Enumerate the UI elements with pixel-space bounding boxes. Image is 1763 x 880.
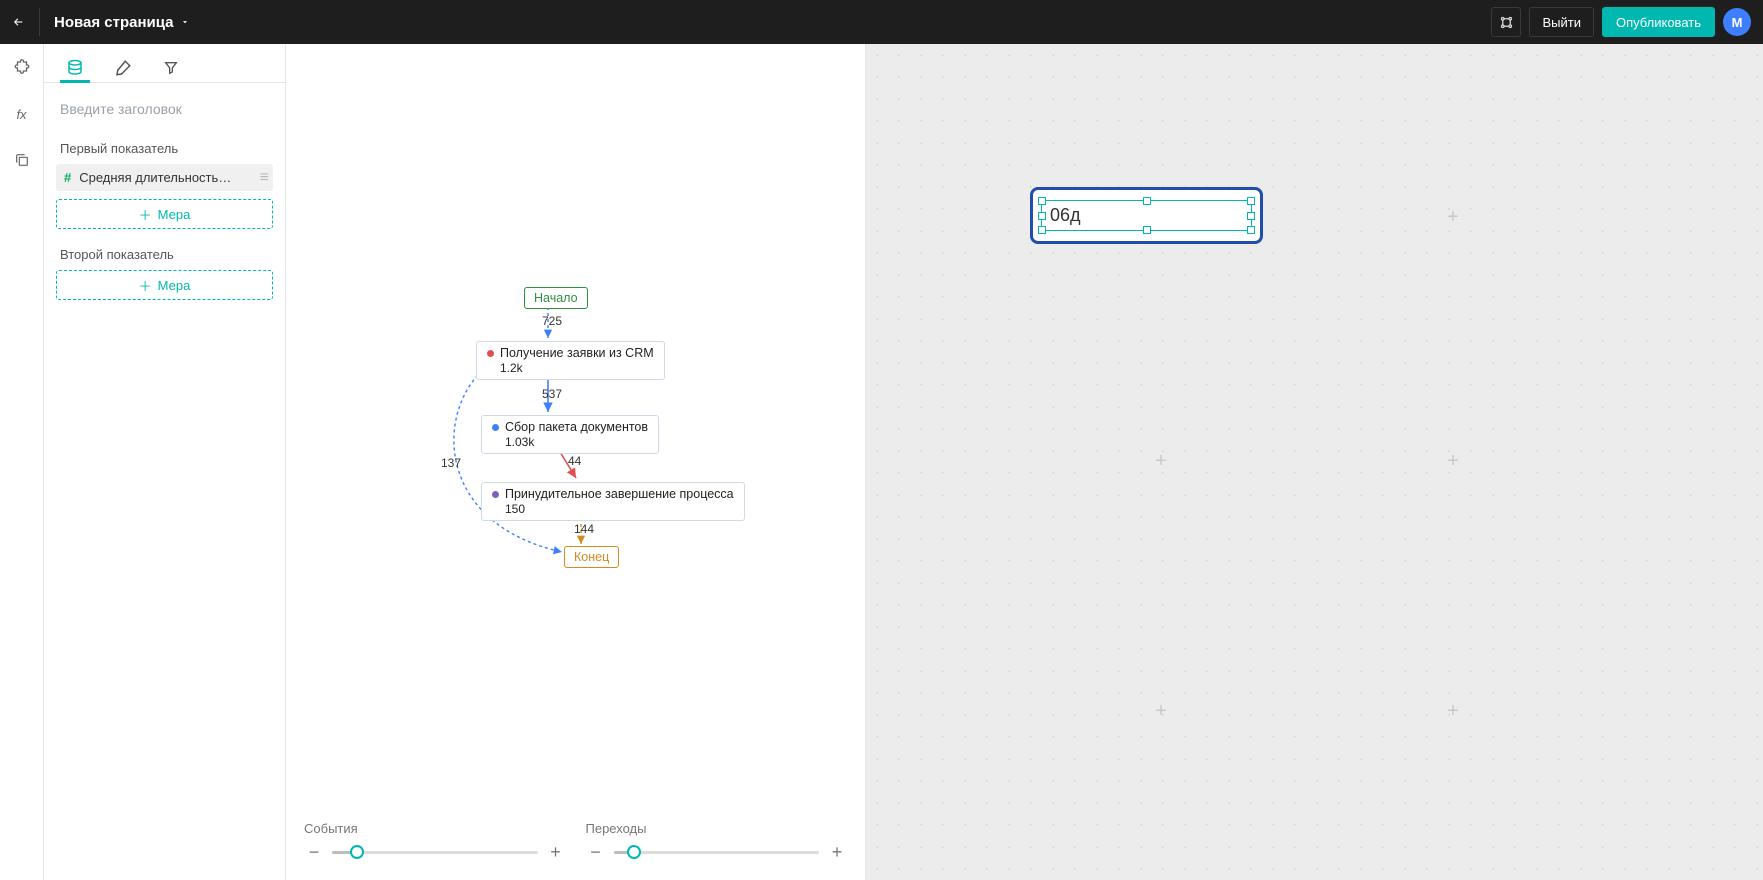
canvas-drop-plus-icon[interactable]: + bbox=[1444, 208, 1462, 226]
database-icon bbox=[66, 59, 84, 77]
edge-label: 725 bbox=[542, 314, 562, 328]
tab-data[interactable] bbox=[62, 54, 88, 82]
widget-title-input[interactable] bbox=[56, 95, 273, 123]
node-start[interactable]: Начало bbox=[524, 287, 588, 309]
metric-chip-text: Средняя длительность обр... bbox=[79, 170, 234, 185]
slider-thumb[interactable] bbox=[350, 845, 364, 859]
canvas-drop-plus-icon[interactable]: + bbox=[1152, 702, 1170, 720]
side-panel: Первый показатель # Средняя длительность… bbox=[44, 44, 286, 880]
status-dot-icon bbox=[492, 491, 499, 498]
hash-icon: # bbox=[64, 170, 71, 185]
arrow-left-icon bbox=[12, 14, 25, 30]
node-step-1[interactable]: Получение заявки из CRM 1.2k bbox=[476, 341, 665, 380]
status-dot-icon bbox=[492, 424, 499, 431]
dashboard-canvas[interactable]: 06д + + + + + bbox=[866, 44, 1763, 880]
rail-pages-button[interactable] bbox=[12, 150, 32, 170]
exit-button[interactable]: Выйти bbox=[1529, 7, 1594, 37]
layout-settings-button[interactable] bbox=[1491, 7, 1521, 37]
node-title: Получение заявки из CRM bbox=[500, 346, 654, 360]
slider-events-track[interactable] bbox=[332, 851, 538, 854]
slider-transitions-track[interactable] bbox=[614, 851, 820, 854]
metric-widget-value: 06д bbox=[1050, 205, 1081, 226]
resize-handle-icon[interactable] bbox=[1247, 197, 1255, 205]
filter-icon bbox=[163, 60, 179, 76]
slider-events-minus[interactable]: − bbox=[304, 842, 324, 862]
slider-transitions: Переходы − + bbox=[586, 821, 848, 862]
preview-pane: Начало 725 Получение заявки из CRM 1.2k … bbox=[286, 44, 866, 880]
resize-handle-icon[interactable] bbox=[1143, 197, 1151, 205]
node-step-2[interactable]: Сбор пакета документов 1.03k bbox=[481, 415, 659, 454]
edge-label: 137 bbox=[441, 456, 461, 470]
node-value: 150 bbox=[505, 502, 734, 516]
add-measure-first-button[interactable]: ＋ Мера bbox=[56, 199, 273, 229]
page-title-text: Новая страница bbox=[54, 14, 174, 31]
add-measure-second-button[interactable]: ＋ Мера bbox=[56, 270, 273, 300]
caret-down-icon bbox=[180, 17, 190, 27]
metric-chip[interactable]: # Средняя длительность обр... ≡ bbox=[56, 164, 273, 191]
node-step-3[interactable]: Принудительное завершение процесса 150 bbox=[481, 482, 745, 521]
node-value: 1.03k bbox=[505, 435, 648, 449]
section-second-metric-label: Второй показатель bbox=[60, 247, 273, 262]
slider-events-plus[interactable]: + bbox=[546, 842, 566, 862]
resize-handle-icon[interactable] bbox=[1038, 226, 1046, 234]
plus-icon: ＋ bbox=[139, 205, 152, 224]
node-title: Принудительное завершение процесса bbox=[505, 487, 734, 501]
top-bar: Новая страница Выйти Опубликовать М bbox=[0, 0, 1763, 44]
tab-filter[interactable] bbox=[158, 54, 184, 82]
resize-handle-icon[interactable] bbox=[1143, 226, 1151, 234]
fx-icon: fx bbox=[16, 107, 26, 122]
avatar[interactable]: М bbox=[1723, 8, 1751, 36]
left-rail: fx bbox=[0, 44, 44, 880]
resize-handle-icon[interactable] bbox=[1038, 197, 1046, 205]
edge-label: 537 bbox=[542, 387, 562, 401]
canvas-drop-plus-icon[interactable]: + bbox=[1444, 702, 1462, 720]
side-tabs bbox=[44, 44, 285, 83]
rail-widgets-button[interactable] bbox=[12, 58, 32, 78]
back-button[interactable] bbox=[12, 8, 40, 36]
resize-handle-icon[interactable] bbox=[1038, 212, 1046, 220]
plus-icon: ＋ bbox=[139, 276, 152, 295]
resize-handle-icon[interactable] bbox=[1247, 226, 1255, 234]
edge-label: 144 bbox=[574, 522, 594, 536]
slider-transitions-plus[interactable]: + bbox=[827, 842, 847, 862]
node-value: 1.2k bbox=[500, 361, 654, 375]
publish-button[interactable]: Опубликовать bbox=[1602, 7, 1715, 37]
slider-transitions-label: Переходы bbox=[586, 821, 848, 836]
copy-icon bbox=[14, 152, 30, 168]
slider-events-label: События bbox=[304, 821, 566, 836]
tab-style[interactable] bbox=[110, 54, 136, 82]
node-start-label: Начало bbox=[534, 291, 578, 305]
drag-handle-icon[interactable]: ≡ bbox=[260, 169, 267, 187]
puzzle-icon bbox=[13, 59, 31, 77]
process-graph[interactable]: Начало 725 Получение заявки из CRM 1.2k … bbox=[286, 44, 865, 811]
node-title: Сбор пакета документов bbox=[505, 420, 648, 434]
canvas-drop-plus-icon[interactable]: + bbox=[1152, 452, 1170, 470]
status-dot-icon bbox=[487, 350, 494, 357]
section-first-metric-label: Первый показатель bbox=[60, 141, 273, 156]
page-title[interactable]: Новая страница bbox=[54, 14, 190, 31]
slider-thumb[interactable] bbox=[627, 845, 641, 859]
edge-label: 44 bbox=[568, 454, 581, 468]
add-measure-label: Мера bbox=[158, 278, 191, 293]
metric-widget[interactable]: 06д bbox=[1030, 187, 1263, 244]
node-end[interactable]: Конец bbox=[564, 546, 619, 568]
node-end-label: Конец bbox=[574, 550, 609, 564]
slider-transitions-minus[interactable]: − bbox=[586, 842, 606, 862]
layout-icon bbox=[1499, 15, 1514, 30]
metric-widget-inner[interactable]: 06д bbox=[1041, 200, 1252, 231]
sliders-row: События − + Переходы − bbox=[286, 811, 865, 880]
brush-icon bbox=[114, 59, 132, 77]
rail-functions-button[interactable]: fx bbox=[12, 104, 32, 124]
add-measure-label: Мера bbox=[158, 207, 191, 222]
slider-events: События − + bbox=[304, 821, 566, 862]
resize-handle-icon[interactable] bbox=[1247, 212, 1255, 220]
canvas-drop-plus-icon[interactable]: + bbox=[1444, 452, 1462, 470]
